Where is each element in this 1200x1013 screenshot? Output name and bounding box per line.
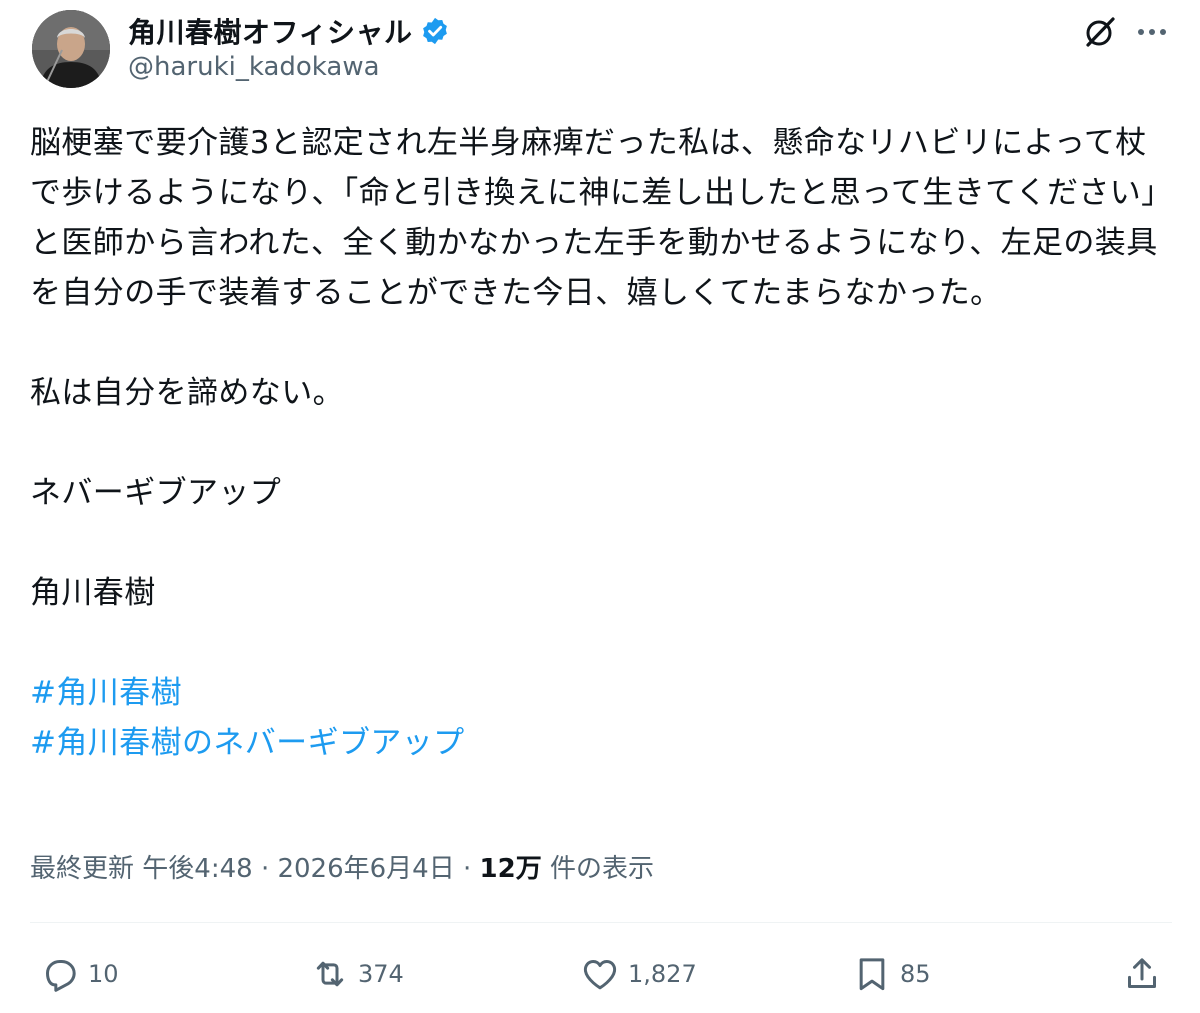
reply-icon xyxy=(46,960,76,992)
post-paragraph-resolve: 私は自分を諦めない。 xyxy=(30,375,344,411)
avatar[interactable] xyxy=(32,10,110,88)
post-body: 脳梗塞で要介護3と認定され左半身麻痺だった私は、懸命なリハビリによって杖で歩ける… xyxy=(30,118,1170,768)
views-label: 件の表示 xyxy=(549,854,654,884)
reply-count: 10 xyxy=(88,960,119,988)
meta-separator: · xyxy=(463,854,472,884)
reply-button[interactable]: 10 xyxy=(40,944,119,1004)
share-icon xyxy=(1128,958,1156,988)
post-date[interactable]: 2026年6月4日 xyxy=(277,854,454,884)
more-dots-icon[interactable] xyxy=(1134,14,1170,50)
post-paragraph-signature: 角川春樹 xyxy=(30,575,156,611)
heart-icon xyxy=(583,960,617,990)
post-paragraph-main: 脳梗塞で要介護3と認定され左半身麻痺だった私は、懸命なリハビリによって杖で歩ける… xyxy=(30,125,1158,311)
like-button[interactable]: 1,827 xyxy=(580,944,697,1004)
bookmark-icon xyxy=(859,958,885,991)
divider xyxy=(30,922,1172,923)
author-name-row[interactable]: 角川春樹オフィシャル xyxy=(128,12,450,50)
repost-button[interactable]: 374 xyxy=(310,944,404,1004)
grok-icon[interactable] xyxy=(1082,14,1118,50)
post-paragraph-never-give-up: ネバーギブアップ xyxy=(30,475,282,511)
bookmark-button[interactable]: 85 xyxy=(852,944,931,1004)
author-display-name[interactable]: 角川春樹オフィシャル xyxy=(128,11,412,51)
share-button[interactable] xyxy=(1122,944,1162,1004)
meta-separator: · xyxy=(260,854,270,884)
post-time[interactable]: 午後4:48 xyxy=(142,854,252,884)
hashtag-link[interactable]: #角川春樹のネバーギブアップ xyxy=(30,718,465,768)
hashtag-link[interactable]: #角川春樹 xyxy=(30,668,182,718)
repost-count: 374 xyxy=(358,960,404,988)
avatar-image xyxy=(32,10,110,88)
post-meta: 最終更新 午後4:48 · 2026年6月4日 · 12万 件の表示 xyxy=(30,848,654,885)
action-bar: 10 374 1,827 85 xyxy=(0,944,1200,1004)
author-handle[interactable]: @haruki_kadokawa xyxy=(128,52,380,82)
bookmark-count: 85 xyxy=(900,960,931,988)
views-count: 12万 xyxy=(479,854,542,884)
like-count: 1,827 xyxy=(628,960,697,988)
updated-label: 最終更新 xyxy=(30,854,135,884)
repost-icon xyxy=(316,961,344,987)
verified-badge-icon xyxy=(420,16,450,46)
